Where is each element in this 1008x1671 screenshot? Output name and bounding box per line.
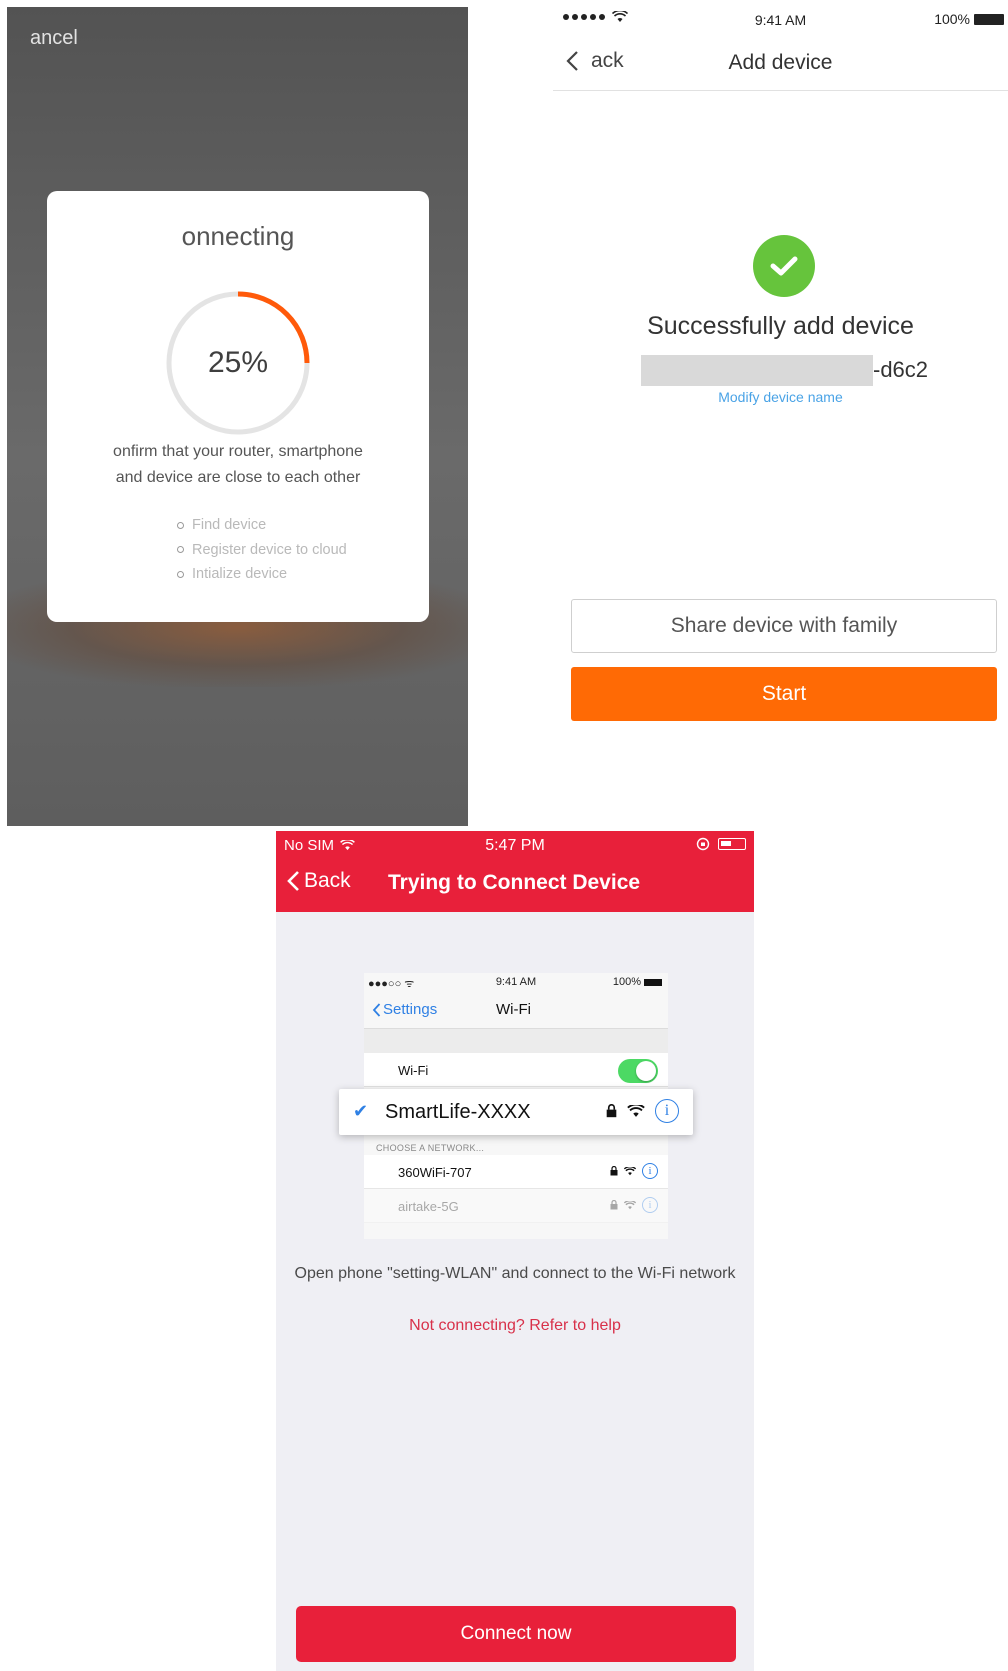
step-item: Intialize device xyxy=(177,562,347,587)
modify-device-name-link[interactable]: Modify device name xyxy=(553,389,1008,405)
selected-network-name: SmartLife-XXXX xyxy=(385,1101,531,1123)
status-time: 5:47 PM xyxy=(485,837,545,854)
network-name: 360WiFi-707 xyxy=(398,1165,472,1180)
chevron-left-icon xyxy=(287,871,299,891)
status-icons xyxy=(696,837,746,851)
step-label: Intialize device xyxy=(192,566,288,582)
battery-indicator: 100% xyxy=(934,11,1004,27)
instruction-text: Open phone "setting-WLAN" and connect to… xyxy=(294,1265,736,1282)
network-row: airtake-5G i xyxy=(364,1189,668,1223)
lock-icon xyxy=(606,1104,617,1118)
progress-ring: 25% xyxy=(159,284,317,442)
network-row: 360WiFi-707 i xyxy=(364,1155,668,1189)
chevron-left-icon xyxy=(372,1002,381,1017)
device-name-suffix: -d6c2 xyxy=(873,357,929,382)
start-button[interactable]: Start xyxy=(571,667,997,721)
battery-icon xyxy=(644,978,662,986)
page-title: Trying to Connect Device xyxy=(388,871,641,894)
hint-line-2: and device are close to each other xyxy=(115,469,361,486)
page-title: Add device xyxy=(728,51,833,74)
step-label: Register device to cloud xyxy=(192,541,347,558)
wifi-icon xyxy=(624,1166,636,1175)
battery-percent: 100% xyxy=(934,11,970,27)
info-icon: i xyxy=(655,1099,679,1123)
bullet-icon xyxy=(177,521,184,529)
step-item: Register device to cloud xyxy=(177,538,347,563)
illustration-status-bar: ●●●○○ ᯤ 9:41 AM 100% xyxy=(364,973,668,991)
orientation-lock-icon xyxy=(696,837,710,851)
battery-icon xyxy=(974,13,1004,25)
connect-now-button[interactable]: Connect now xyxy=(296,1606,736,1662)
info-icon: i xyxy=(642,1163,658,1179)
trying-to-connect-screen: No SIM 5:47 PM Back Trying to Connect De… xyxy=(276,831,754,1671)
illustration-back-label: Settings xyxy=(383,1001,438,1018)
section-gap xyxy=(364,1029,668,1053)
device-name: -d6c2 xyxy=(641,354,928,386)
status-bar: 9:41 AM 100% xyxy=(553,7,1008,33)
choose-network-label: CHOOSE A NETWORK... xyxy=(376,1143,485,1153)
illustration-title: Wi-Fi xyxy=(496,1001,531,1018)
illustration-battery-percent: 100% xyxy=(612,976,641,988)
wifi-icon xyxy=(627,1104,645,1117)
lock-icon xyxy=(610,1200,618,1210)
illustration-back: Settings xyxy=(372,1001,437,1018)
hint-line-1: onfirm that your router, smartphone xyxy=(113,443,363,460)
wifi-label: Wi-Fi xyxy=(398,1063,429,1078)
step-label: Find device xyxy=(192,517,267,533)
connecting-screen: ancel onnecting 25% onfirm that your rou… xyxy=(7,7,468,826)
illustration-nav: Settings Wi-Fi xyxy=(364,991,668,1029)
progress-percent: 25% xyxy=(207,346,269,379)
add-device-success-screen: 9:41 AM 100% ack Add device Successfully… xyxy=(553,7,1008,827)
checkmark-icon xyxy=(770,256,798,276)
nav-bar: ack Add device xyxy=(553,41,1008,91)
redacted-device-name xyxy=(641,354,873,386)
battery-icon xyxy=(718,838,746,850)
step-list: Find device Register device to cloud Int… xyxy=(177,513,347,587)
success-check-icon xyxy=(753,235,815,297)
back-label: Back xyxy=(304,869,351,892)
step-item: Find device xyxy=(177,513,347,538)
network-name: airtake-5G xyxy=(398,1199,459,1214)
wifi-toggle xyxy=(618,1059,658,1083)
cancel-button[interactable]: ancel xyxy=(30,27,78,50)
connecting-dialog: onnecting 25% onfirm that your router, s… xyxy=(47,191,429,622)
bullet-icon xyxy=(177,546,184,554)
illustration-battery: 100% xyxy=(613,976,662,988)
share-device-button[interactable]: Share device with family xyxy=(571,599,997,653)
selected-network-icons: i xyxy=(606,1099,679,1123)
wifi-toggle-row: Wi-Fi xyxy=(364,1053,668,1087)
dialog-title: onnecting xyxy=(181,221,295,251)
checkmark-icon: ✔ xyxy=(353,1101,369,1121)
info-icon: i xyxy=(642,1197,658,1213)
header-bar: No SIM 5:47 PM Back Trying to Connect De… xyxy=(276,831,754,912)
lock-icon xyxy=(610,1166,618,1176)
back-button[interactable]: Back xyxy=(286,869,351,893)
network-icons: i xyxy=(610,1163,658,1179)
network-icons: i xyxy=(610,1197,658,1213)
wifi-icon xyxy=(624,1200,636,1209)
help-link[interactable]: Not connecting? Refer to help xyxy=(276,1317,754,1335)
success-message: Successfully add device xyxy=(647,312,914,340)
selected-network-row: ✔ SmartLife-XXXX i xyxy=(339,1089,693,1135)
bullet-icon xyxy=(177,570,184,578)
